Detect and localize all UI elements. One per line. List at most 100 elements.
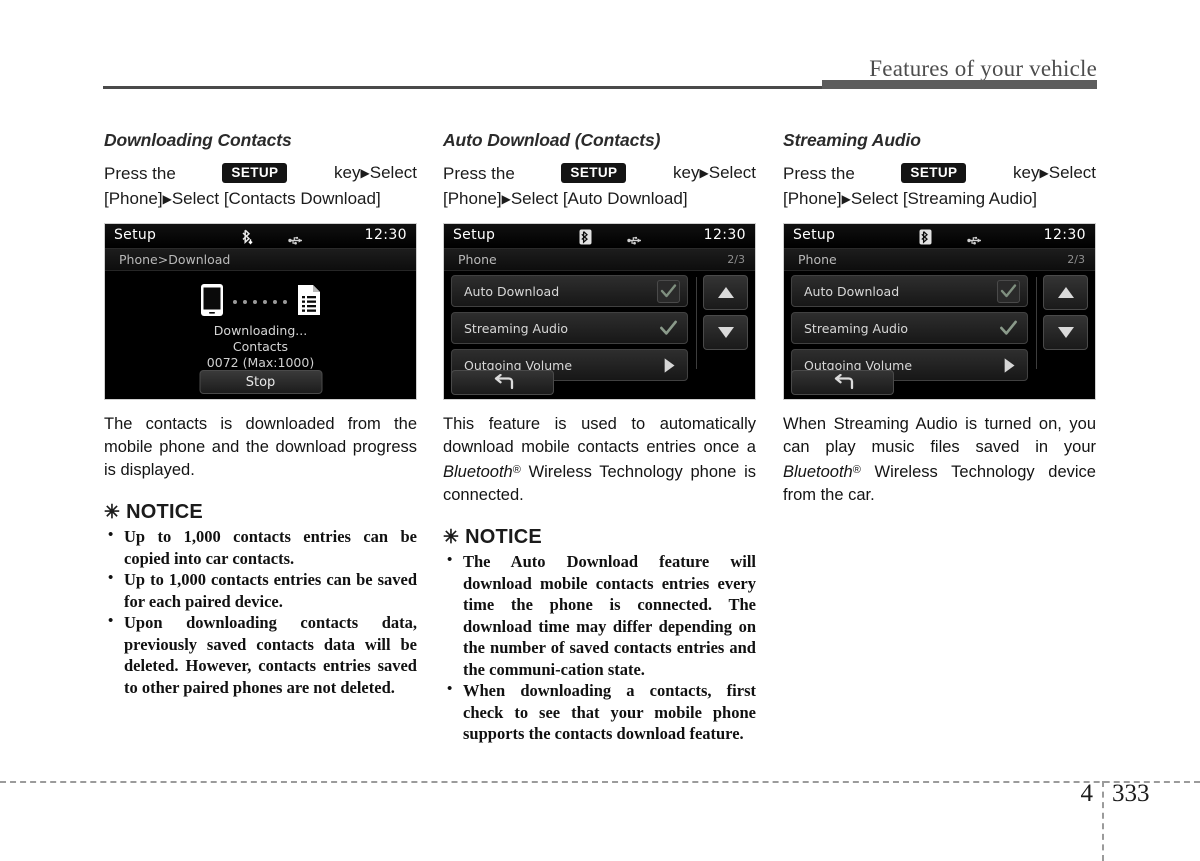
screen-status-bar: Setup 12:30 (444, 224, 755, 249)
navigation-path: Press the SETUP key▶Select [Phone]▶Selec… (783, 160, 1096, 212)
checkbox-checked-icon[interactable] (997, 280, 1020, 303)
screen-title: Setup (453, 227, 496, 243)
notice-heading-label: NOTICE (126, 501, 203, 523)
section-title: Downloading Contacts (104, 130, 292, 150)
screen-title: Setup (793, 227, 836, 243)
download-counter-text: 0072 (Max:1000) (206, 355, 315, 370)
footer-rule (0, 781, 1200, 783)
notice-star-icon: ✳ (104, 502, 121, 523)
navigation-path: Press the SETUP key▶Select [Phone]▶Selec… (443, 160, 756, 212)
press-the-label: Press the (104, 163, 176, 183)
list-item-label: Streaming Audio (464, 321, 569, 336)
section-title: Streaming Audio (783, 130, 921, 150)
back-arrow-icon (834, 374, 853, 390)
phone-bracket-label: [Phone] (104, 189, 163, 208)
key-label: key (673, 163, 700, 182)
chapter-number: 4 (1080, 780, 1094, 807)
column-auto-download: Auto Download (Contacts) Press the SETUP… (443, 130, 756, 745)
screen-status-bar: Setup 12:30 (105, 224, 416, 249)
download-graphic (105, 283, 416, 321)
phone-device-icon (200, 283, 224, 321)
setup-key-badge[interactable]: SETUP (561, 163, 627, 183)
download-progress-body: Downloading... Contacts 0072 (Max:1000) … (105, 271, 416, 399)
screen-breadcrumb: Phone 2/3 (784, 249, 1095, 271)
chevron-right-icon[interactable] (657, 354, 680, 377)
chevron-right-icon: ▶ (501, 192, 511, 206)
back-button[interactable] (791, 370, 894, 395)
notice-heading: ✳ NOTICE (443, 526, 756, 549)
screen-status-bar: Setup 12:30 (784, 224, 1095, 249)
list-item-auto-download[interactable]: Auto Download (451, 275, 688, 307)
notice-list: Up to 1,000 contacts entries can be copi… (104, 525, 417, 698)
checkbox-checked-icon[interactable] (657, 317, 680, 340)
back-arrow-icon (494, 374, 513, 390)
chevron-right-icon[interactable] (997, 354, 1020, 377)
scroll-up-button[interactable] (703, 275, 748, 310)
column-streaming-audio: Streaming Audio Press the SETUP key▶Sele… (783, 130, 1096, 507)
setup-key-badge[interactable]: SETUP (901, 163, 967, 183)
manual-page: Features of your vehicle Downloading Con… (0, 0, 1200, 861)
bluetooth-icon (579, 229, 592, 249)
page-number: 333 (1112, 780, 1150, 807)
download-subject-text: Contacts (232, 339, 289, 354)
scroll-up-icon (1057, 287, 1074, 298)
scroll-buttons (1043, 275, 1088, 355)
column-downloading-contacts: Downloading Contacts Press the SETUP key… (104, 130, 417, 698)
registered-mark: ® (852, 464, 861, 476)
breadcrumb-text: Phone>Download (119, 252, 231, 267)
screen-title: Setup (114, 227, 157, 243)
list-item: Up to 1,000 contacts entries can be save… (104, 568, 417, 612)
phone-bracket-label: [Phone] (783, 189, 842, 208)
download-status-text: Downloading... (213, 323, 308, 338)
list-item-auto-download[interactable]: Auto Download (791, 275, 1028, 307)
notice-heading-label: NOTICE (465, 526, 542, 548)
notice-heading: ✳ NOTICE (104, 501, 417, 524)
page-indicator: 2/3 (727, 253, 745, 266)
body-text-a: When Streaming Audio is turned on, you c… (783, 415, 1096, 456)
settings-list-body: Auto Download Streaming Audio Outgoing V… (784, 271, 1095, 399)
back-button[interactable] (451, 370, 554, 395)
bluetooth-icon (919, 229, 932, 249)
list-divider (1036, 277, 1037, 369)
setup-key-badge[interactable]: SETUP (222, 163, 288, 183)
section-title: Auto Download (Contacts) (443, 130, 661, 150)
notice-list: The Auto Download feature will download … (443, 550, 756, 745)
list-item: Up to 1,000 contacts entries can be copi… (104, 525, 417, 569)
bluetooth-wordmark: Bluetooth (783, 463, 853, 481)
screen-clock: 12:30 (364, 227, 407, 243)
notice-star-icon: ✳ (443, 527, 460, 548)
stop-button[interactable]: Stop (199, 370, 322, 394)
navigation-path: Press the SETUP key▶Select [Phone]▶Selec… (104, 160, 417, 212)
bluetooth-wordmark: Bluetooth (443, 463, 513, 481)
scroll-up-icon (717, 287, 734, 298)
chevron-right-icon: ▶ (841, 192, 851, 206)
page-header-title: Features of your vehicle (869, 56, 1097, 81)
list-item-label: Auto Download (804, 284, 900, 299)
screen-clock: 12:30 (703, 227, 746, 243)
list-item-label: Streaming Audio (804, 321, 909, 336)
scroll-buttons (703, 275, 748, 355)
list-item-label: Auto Download (464, 284, 560, 299)
select-label: Select (1048, 163, 1096, 182)
registered-mark: ® (512, 464, 521, 476)
breadcrumb-text: Phone (798, 252, 837, 267)
checkbox-checked-icon[interactable] (657, 280, 680, 303)
list-item-streaming-audio[interactable]: Streaming Audio (791, 312, 1028, 344)
page-indicator: 2/3 (1067, 253, 1085, 266)
key-label: key (1013, 163, 1040, 182)
chevron-right-icon: ▶ (699, 166, 709, 180)
screen-clock: 12:30 (1043, 227, 1086, 243)
scroll-down-button[interactable] (1043, 315, 1088, 350)
body-text-a: This feature is used to automatically do… (443, 415, 756, 456)
scroll-down-button[interactable] (703, 315, 748, 350)
head-unit-screen-phone-list: Setup 12:30 Phone 2/3 Auto Download Stre… (443, 223, 756, 400)
checkbox-checked-icon[interactable] (997, 317, 1020, 340)
list-item: Upon downloading contacts data, previous… (104, 611, 417, 698)
scroll-down-icon (717, 327, 734, 338)
bluetooth-download-icon (240, 229, 255, 249)
list-item: The Auto Download feature will download … (443, 550, 756, 680)
scroll-up-button[interactable] (1043, 275, 1088, 310)
list-item-streaming-audio[interactable]: Streaming Audio (451, 312, 688, 344)
body-paragraph: This feature is used to automatically do… (443, 413, 756, 507)
phone-bracket-label: [Phone] (443, 189, 502, 208)
